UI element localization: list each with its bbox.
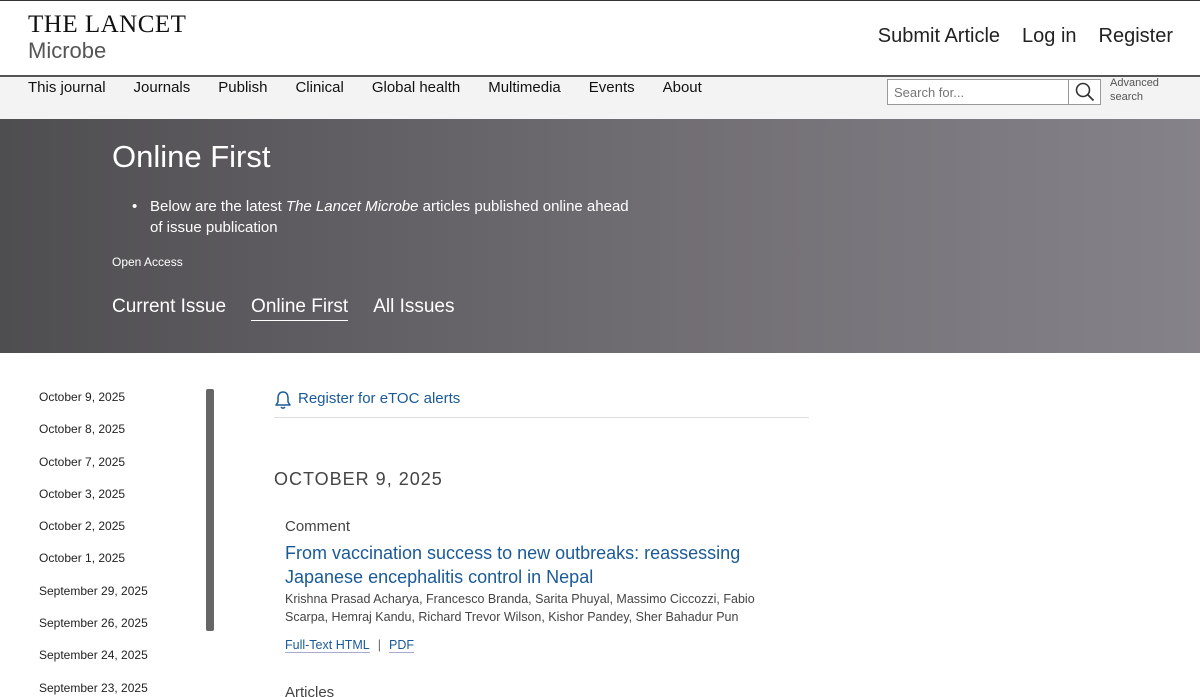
date-link[interactable]: September 23, 2025 bbox=[39, 676, 209, 697]
nav-global-health[interactable]: Global health bbox=[372, 79, 460, 96]
magnifier-icon bbox=[1075, 82, 1094, 102]
advanced-search-link[interactable]: Advanced search bbox=[1110, 76, 1170, 104]
journal-name-italic: The Lancet Microbe bbox=[285, 198, 419, 215]
etoc-alert-link[interactable]: Register for eTOC alerts bbox=[274, 390, 809, 418]
page-title: Online First bbox=[112, 139, 271, 174]
section-type-heading: Articles bbox=[285, 684, 335, 697]
nav-clinical[interactable]: Clinical bbox=[295, 79, 343, 96]
article-links: Full-Text HTML | PDF bbox=[285, 638, 414, 653]
nav-items: This journal Journals Publish Clinical G… bbox=[28, 79, 702, 96]
tab-current-issue[interactable]: Current Issue bbox=[112, 296, 226, 321]
search-button[interactable] bbox=[1068, 79, 1101, 105]
main-nav: This journal Journals Publish Clinical G… bbox=[0, 77, 1200, 119]
nav-journals[interactable]: Journals bbox=[134, 79, 191, 96]
date-list-scrollbar[interactable] bbox=[206, 389, 214, 631]
search-input[interactable] bbox=[887, 79, 1069, 105]
date-link[interactable]: September 29, 2025 bbox=[39, 579, 209, 611]
nav-this-journal[interactable]: This journal bbox=[28, 79, 106, 96]
link-separator: | bbox=[377, 638, 381, 652]
hero-description-text: Below are the latest The Lancet Microbe … bbox=[132, 196, 632, 238]
register-link[interactable]: Register bbox=[1099, 25, 1173, 48]
hero-description: • Below are the latest The Lancet Microb… bbox=[132, 196, 632, 238]
nav-multimedia[interactable]: Multimedia bbox=[488, 79, 561, 96]
section-date-heading: OCTOBER 9, 2025 bbox=[274, 469, 443, 489]
bullet-icon: • bbox=[132, 198, 138, 215]
hero-description-prefix: Below are the latest bbox=[150, 198, 286, 215]
date-link[interactable]: October 7, 2025 bbox=[39, 450, 209, 482]
journal-logo-title[interactable]: THE LANCET bbox=[28, 11, 186, 39]
header-actions: Submit Article Log in Register bbox=[878, 25, 1173, 48]
date-link[interactable]: October 1, 2025 bbox=[39, 546, 209, 578]
nav-events[interactable]: Events bbox=[589, 79, 635, 96]
log-in-link[interactable]: Log in bbox=[1022, 25, 1077, 48]
journal-logo-subtitle[interactable]: Microbe bbox=[28, 38, 106, 64]
date-list: October 9, 2025 October 8, 2025 October … bbox=[39, 385, 209, 697]
date-link[interactable]: October 2, 2025 bbox=[39, 514, 209, 546]
nav-publish[interactable]: Publish bbox=[218, 79, 267, 96]
submit-article-link[interactable]: Submit Article bbox=[878, 25, 1000, 48]
pdf-link[interactable]: PDF bbox=[388, 638, 414, 653]
site-header: THE LANCET Microbe Submit Article Log in… bbox=[0, 0, 1200, 77]
article-type: Comment bbox=[285, 518, 351, 535]
full-text-html-link[interactable]: Full-Text HTML bbox=[285, 638, 370, 653]
etoc-alert-label: Register for eTOC alerts bbox=[298, 390, 461, 407]
date-link[interactable]: October 3, 2025 bbox=[39, 482, 209, 514]
bell-icon bbox=[275, 391, 291, 409]
issue-tabs: Current Issue Online First All Issues bbox=[112, 296, 455, 321]
date-link[interactable]: September 26, 2025 bbox=[39, 611, 209, 643]
article-authors: Krishna Prasad Acharya, Francesco Branda… bbox=[285, 592, 755, 624]
date-link[interactable]: October 8, 2025 bbox=[39, 417, 209, 449]
date-link[interactable]: September 24, 2025 bbox=[39, 643, 209, 675]
nav-about[interactable]: About bbox=[663, 79, 702, 96]
tab-all-issues[interactable]: All Issues bbox=[373, 296, 454, 321]
date-link[interactable]: October 9, 2025 bbox=[39, 385, 209, 417]
article-title-link[interactable]: From vaccination success to new outbreak… bbox=[285, 541, 775, 589]
hero-banner: Online First • Below are the latest The … bbox=[0, 119, 1200, 353]
tab-online-first[interactable]: Online First bbox=[251, 296, 349, 321]
open-access-label[interactable]: Open Access bbox=[112, 255, 183, 269]
